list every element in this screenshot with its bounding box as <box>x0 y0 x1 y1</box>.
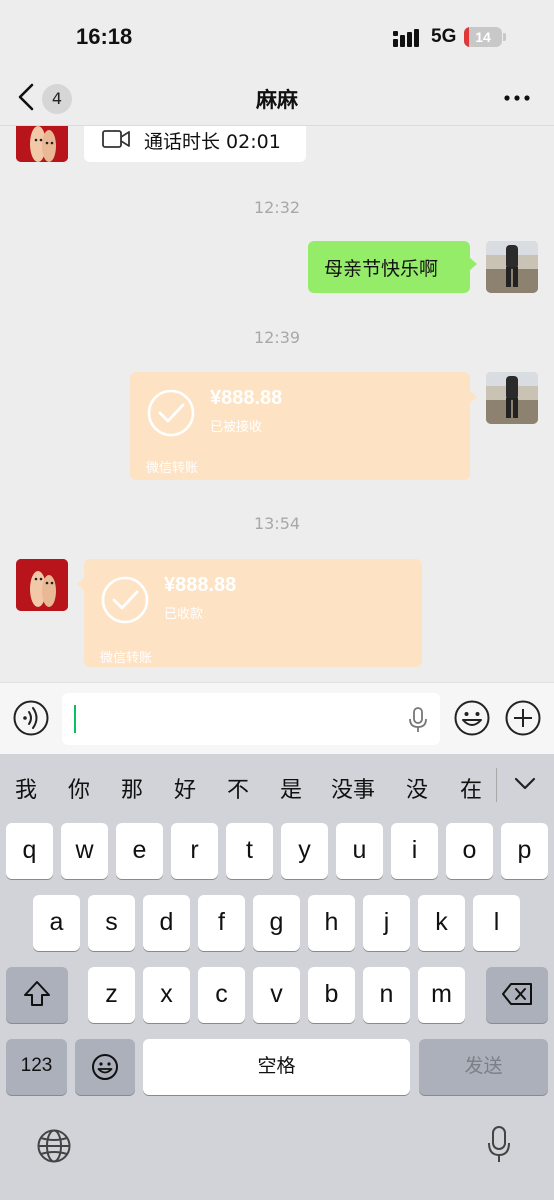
key-d[interactable]: d <box>143 895 190 951</box>
key-q[interactable]: q <box>6 823 53 879</box>
transfer-received-card[interactable]: ¥888.88 已收款 微信转账 <box>77 559 422 667</box>
key-i[interactable]: i <box>391 823 438 879</box>
transfer-status: 已被接收 <box>210 420 263 435</box>
key-v[interactable]: v <box>253 967 300 1023</box>
candidate-word[interactable]: 你 <box>68 772 90 804</box>
backspace-icon <box>502 983 532 1005</box>
emoji-icon[interactable] <box>453 699 491 737</box>
transfer-amount: ¥888.88 <box>210 387 283 409</box>
chevron-down-icon[interactable] <box>514 776 536 792</box>
numbers-key[interactable]: 123 <box>6 1039 67 1095</box>
status-time: 16:18 <box>76 24 133 49</box>
key-t[interactable]: t <box>226 823 273 879</box>
candidate-word[interactable]: 在 <box>460 772 482 804</box>
check-circle-icon <box>147 389 195 437</box>
key-j[interactable]: j <box>363 895 410 951</box>
emoji-key[interactable] <box>75 1039 135 1095</box>
candidate-word[interactable]: 我 <box>15 772 37 804</box>
space-key[interactable]: 空格 <box>143 1039 410 1095</box>
key-m[interactable]: m <box>418 967 465 1023</box>
chat-header: 4 麻麻 <box>0 72 554 126</box>
key-s[interactable]: s <box>88 895 135 951</box>
key-w[interactable]: w <box>61 823 108 879</box>
candidate-word[interactable]: 没事 <box>331 772 375 804</box>
candidate-bar: 我 你 那 好 不 是 没事 没 在 <box>0 754 554 812</box>
key-u[interactable]: u <box>336 823 383 879</box>
more-dots-icon[interactable] <box>502 86 532 110</box>
message-list[interactable]: 通话时长 02:01 12:32 母亲节快乐啊 12:39 ¥888.88 已被… <box>0 126 554 682</box>
dictation-mic-icon[interactable] <box>487 1126 511 1164</box>
shift-arrow-icon <box>24 981 50 1006</box>
key-x[interactable]: x <box>143 967 190 1023</box>
bubble-tail <box>77 577 85 591</box>
key-k[interactable]: k <box>418 895 465 951</box>
key-o[interactable]: o <box>446 823 493 879</box>
key-h[interactable]: h <box>308 895 355 951</box>
avatar-image <box>486 372 538 424</box>
candidate-word[interactable]: 好 <box>174 772 196 804</box>
candidate-word[interactable]: 那 <box>121 772 143 804</box>
message-input[interactable] <box>62 693 440 745</box>
key-r[interactable]: r <box>171 823 218 879</box>
transfer-amount: ¥888.88 <box>164 574 237 596</box>
key-f[interactable]: f <box>198 895 245 951</box>
candidate-divider <box>496 768 497 802</box>
check-circle-icon <box>101 576 149 624</box>
transfer-status: 已收款 <box>164 607 204 622</box>
key-n[interactable]: n <box>363 967 410 1023</box>
call-record-bubble[interactable]: 通话时长 02:01 <box>84 126 306 162</box>
timestamp: 12:32 <box>253 198 301 217</box>
voice-input-icon[interactable] <box>12 699 50 737</box>
bubble-tail <box>469 390 477 404</box>
shift-key[interactable] <box>6 967 68 1023</box>
candidate-word[interactable]: 没 <box>406 772 428 804</box>
globe-icon[interactable] <box>36 1128 72 1164</box>
key-y[interactable]: y <box>281 823 328 879</box>
my-avatar[interactable] <box>486 241 538 293</box>
keyboard: 我 你 那 好 不 是 没事 没 在 q w e r t y u i o p a… <box>0 754 554 1200</box>
network-type: 5G <box>431 26 457 47</box>
key-c[interactable]: c <box>198 967 245 1023</box>
bubble-tail <box>469 257 477 271</box>
status-bar: 16:18 5G 14 <box>0 0 554 72</box>
key-p[interactable]: p <box>501 823 548 879</box>
call-duration-text: 通话时长 02:01 <box>144 131 281 153</box>
avatar-image <box>16 559 68 611</box>
candidate-word[interactable]: 是 <box>280 772 302 804</box>
microphone-icon[interactable] <box>408 707 428 733</box>
text-caret <box>74 705 76 733</box>
video-call-icon <box>102 130 130 148</box>
avatar-image <box>486 241 538 293</box>
plus-circle-icon[interactable] <box>504 699 542 737</box>
timestamp: 13:54 <box>253 514 301 533</box>
signal-icon <box>393 29 419 47</box>
key-a[interactable]: a <box>33 895 80 951</box>
contact-avatar[interactable] <box>16 126 68 162</box>
key-z[interactable]: z <box>88 967 135 1023</box>
battery-level: 14 <box>475 29 491 45</box>
transfer-sent-card[interactable]: ¥888.88 已被接收 微信转账 <box>130 372 477 480</box>
candidate-word[interactable]: 不 <box>227 772 249 804</box>
message-text: 母亲节快乐啊 <box>324 258 439 280</box>
key-e[interactable]: e <box>116 823 163 879</box>
sent-text-bubble[interactable]: 母亲节快乐啊 <box>308 241 477 293</box>
chat-title: 麻麻 <box>256 88 298 112</box>
input-bar <box>0 682 554 754</box>
backspace-key[interactable] <box>486 967 548 1023</box>
my-avatar[interactable] <box>486 372 538 424</box>
emoji-icon <box>92 1054 118 1080</box>
transfer-footer: 微信转账 <box>100 651 153 666</box>
battery-tip <box>503 33 506 41</box>
key-b[interactable]: b <box>308 967 355 1023</box>
timestamp: 12:39 <box>253 328 301 347</box>
avatar-image <box>16 126 68 162</box>
contact-avatar[interactable] <box>16 559 68 611</box>
key-g[interactable]: g <box>253 895 300 951</box>
key-l[interactable]: l <box>473 895 520 951</box>
battery-icon: 14 <box>464 27 502 47</box>
transfer-footer: 微信转账 <box>146 461 199 476</box>
send-key[interactable]: 发送 <box>419 1039 548 1095</box>
